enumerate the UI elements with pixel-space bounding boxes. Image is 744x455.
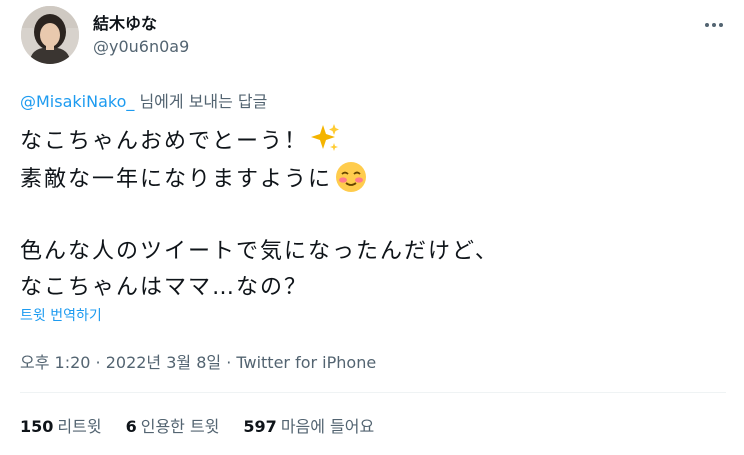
more-dot [719, 23, 723, 27]
tweet-line-2: 素敵な一年になりますように [20, 167, 333, 192]
reply-suffix: 님에게 보내는 답글 [134, 92, 268, 111]
tweet-text: なこちゃんおめでとーう！ 素敵な一年になりますように 色んな人のツイートで気にな… [20, 123, 499, 306]
divider [20, 392, 726, 393]
tweet-line-4: なこちゃんはママ…なの？ [20, 275, 309, 300]
tweet-line-3: 色んな人のツイートで気になったんだけど、 [20, 239, 499, 264]
tweet-line-1: なこちゃんおめでとーう！ [20, 129, 309, 154]
avatar[interactable] [21, 6, 79, 64]
engagement-stats: 150 리트윗 6 인용한 트윗 597 마음에 들어요 [20, 413, 374, 437]
retweets-count: 150 [20, 417, 54, 436]
quote-tweets-stat[interactable]: 6 인용한 트윗 [126, 413, 220, 437]
quotes-count: 6 [125, 417, 137, 436]
more-dot [705, 23, 709, 27]
likes-label: 마음에 들어요 [280, 417, 375, 436]
translate-tweet-link[interactable]: 트윗 번역하기 [20, 305, 102, 325]
avatar-icon [21, 6, 79, 64]
author-handle[interactable]: @y0u6n0a9 [93, 37, 189, 56]
likes-stat[interactable]: 597 마음에 들어요 [243, 413, 374, 437]
likes-count: 597 [243, 417, 277, 436]
quotes-label: 인용한 트윗 [140, 417, 220, 436]
author-name[interactable]: 結木ゆな [93, 10, 157, 34]
reply-context: @MisakiNako_ 님에게 보내는 답글 [20, 88, 267, 112]
smiling-blush-icon [336, 162, 367, 192]
retweets-stat[interactable]: 150 리트윗 [20, 413, 102, 437]
sparkles-icon [311, 124, 340, 151]
more-dot [712, 23, 716, 27]
retweets-label: 리트윗 [57, 417, 102, 436]
reply-mention-link[interactable]: @MisakiNako_ [20, 92, 134, 111]
tweet-metadata[interactable]: 오후 1:20 · 2022년 3월 8일 · Twitter for iPho… [20, 349, 376, 373]
more-icon[interactable] [703, 14, 725, 36]
